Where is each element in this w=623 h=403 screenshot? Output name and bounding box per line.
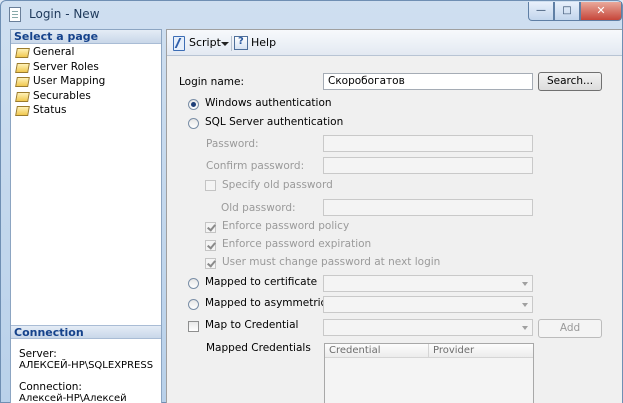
old-password-input[interactable] [323,199,533,216]
connection-header: Connection [11,325,161,339]
connection-label: Connection: [19,381,82,393]
title-bar: Login - New — □ ✕ [1,1,622,29]
sql-auth-radio[interactable] [188,118,199,129]
mapped-credentials-label: Mapped Credentials [206,342,311,354]
map-credential-label: Map to Credential [205,319,299,331]
toolbar: Script Help [167,30,622,56]
server-value: АЛЕКСЕЙ-НР\SQLEXPRESS [19,360,154,371]
script-button[interactable]: Script [189,36,221,49]
minimize-button[interactable]: — [528,2,554,21]
mapped-credentials-grid[interactable]: Credential Provider [324,343,534,403]
page-item-label: User Mapping [33,75,106,87]
confirm-password-input[interactable] [323,157,533,174]
login-name-input[interactable]: Скоробогатов [323,73,533,90]
grid-header: Credential Provider [325,344,533,358]
page-item-server-roles[interactable]: Server Roles [11,60,161,75]
page-item-general[interactable]: General [11,45,161,60]
old-password-label: Old password: [221,202,296,214]
chevron-down-icon[interactable] [221,42,229,46]
main-panel: Script Help Login name: Скоробогатов Sea… [166,29,622,403]
page-item-status[interactable]: Status [11,103,161,118]
maximize-button[interactable]: □ [554,2,580,21]
enforce-policy-label: Enforce password policy [222,220,350,232]
left-panel: Select a page General Server Roles User … [10,29,162,403]
page-icon [15,61,29,72]
grid-column-credential[interactable]: Credential [325,344,429,357]
grid-column-provider[interactable]: Provider [429,344,533,357]
specify-old-password-label: Specify old password [222,179,333,191]
page-icon [15,90,29,101]
toolbar-separator [231,36,232,51]
password-label: Password: [206,138,259,150]
must-change-checkbox[interactable] [205,258,216,269]
map-credential-checkbox[interactable] [188,321,199,332]
add-button[interactable]: Add [538,319,602,338]
page-item-user-mapping[interactable]: User Mapping [11,74,161,89]
server-label: Server: [19,348,57,360]
enforce-expiration-label: Enforce password expiration [222,238,372,250]
map-credential-select[interactable] [323,319,533,336]
mapped-asym-select[interactable] [323,296,533,313]
connection-value: Алексей-НР\Алексей [19,393,127,403]
page-item-securables[interactable]: Securables [11,89,161,104]
script-icon[interactable] [173,35,186,51]
login-name-label: Login name: [179,76,244,88]
confirm-password-label: Confirm password: [206,160,305,172]
page-list: General Server Roles User Mapping Secura… [11,44,161,118]
login-new-window: Login - New — □ ✕ Select a page General … [0,0,623,403]
page-item-label: General [33,46,75,58]
windows-auth-label: Windows authentication [205,97,332,109]
enforce-policy-checkbox[interactable] [205,222,216,233]
mapped-cert-label: Mapped to certificate [205,276,318,288]
specify-old-password-checkbox[interactable] [205,180,216,191]
windows-auth-radio[interactable] [188,99,199,110]
connection-section: Connection Server: АЛЕКСЕЙ-НР\SQLEXPRESS… [11,325,161,403]
mapped-cert-select[interactable] [323,275,533,292]
mapped-cert-radio[interactable] [188,278,199,289]
help-button[interactable]: Help [251,36,276,49]
window-title: Login - New [29,7,100,21]
page-icon [15,104,29,115]
select-page-header: Select a page [11,30,161,44]
must-change-label: User must change password at next login [222,256,441,268]
page-icon [15,75,29,86]
page-item-label: Server Roles [33,60,99,73]
document-icon [9,7,21,22]
page-icon [15,46,29,57]
page-item-label: Securables [33,89,91,102]
sql-auth-label: SQL Server authentication [205,116,344,128]
search-button[interactable]: Search... [538,72,602,91]
password-input[interactable] [323,135,533,152]
enforce-expiration-checkbox[interactable] [205,240,216,251]
mapped-asym-radio[interactable] [188,299,199,310]
page-item-label: Status [33,104,67,116]
help-icon[interactable] [234,36,248,50]
close-button[interactable]: ✕ [580,2,622,21]
